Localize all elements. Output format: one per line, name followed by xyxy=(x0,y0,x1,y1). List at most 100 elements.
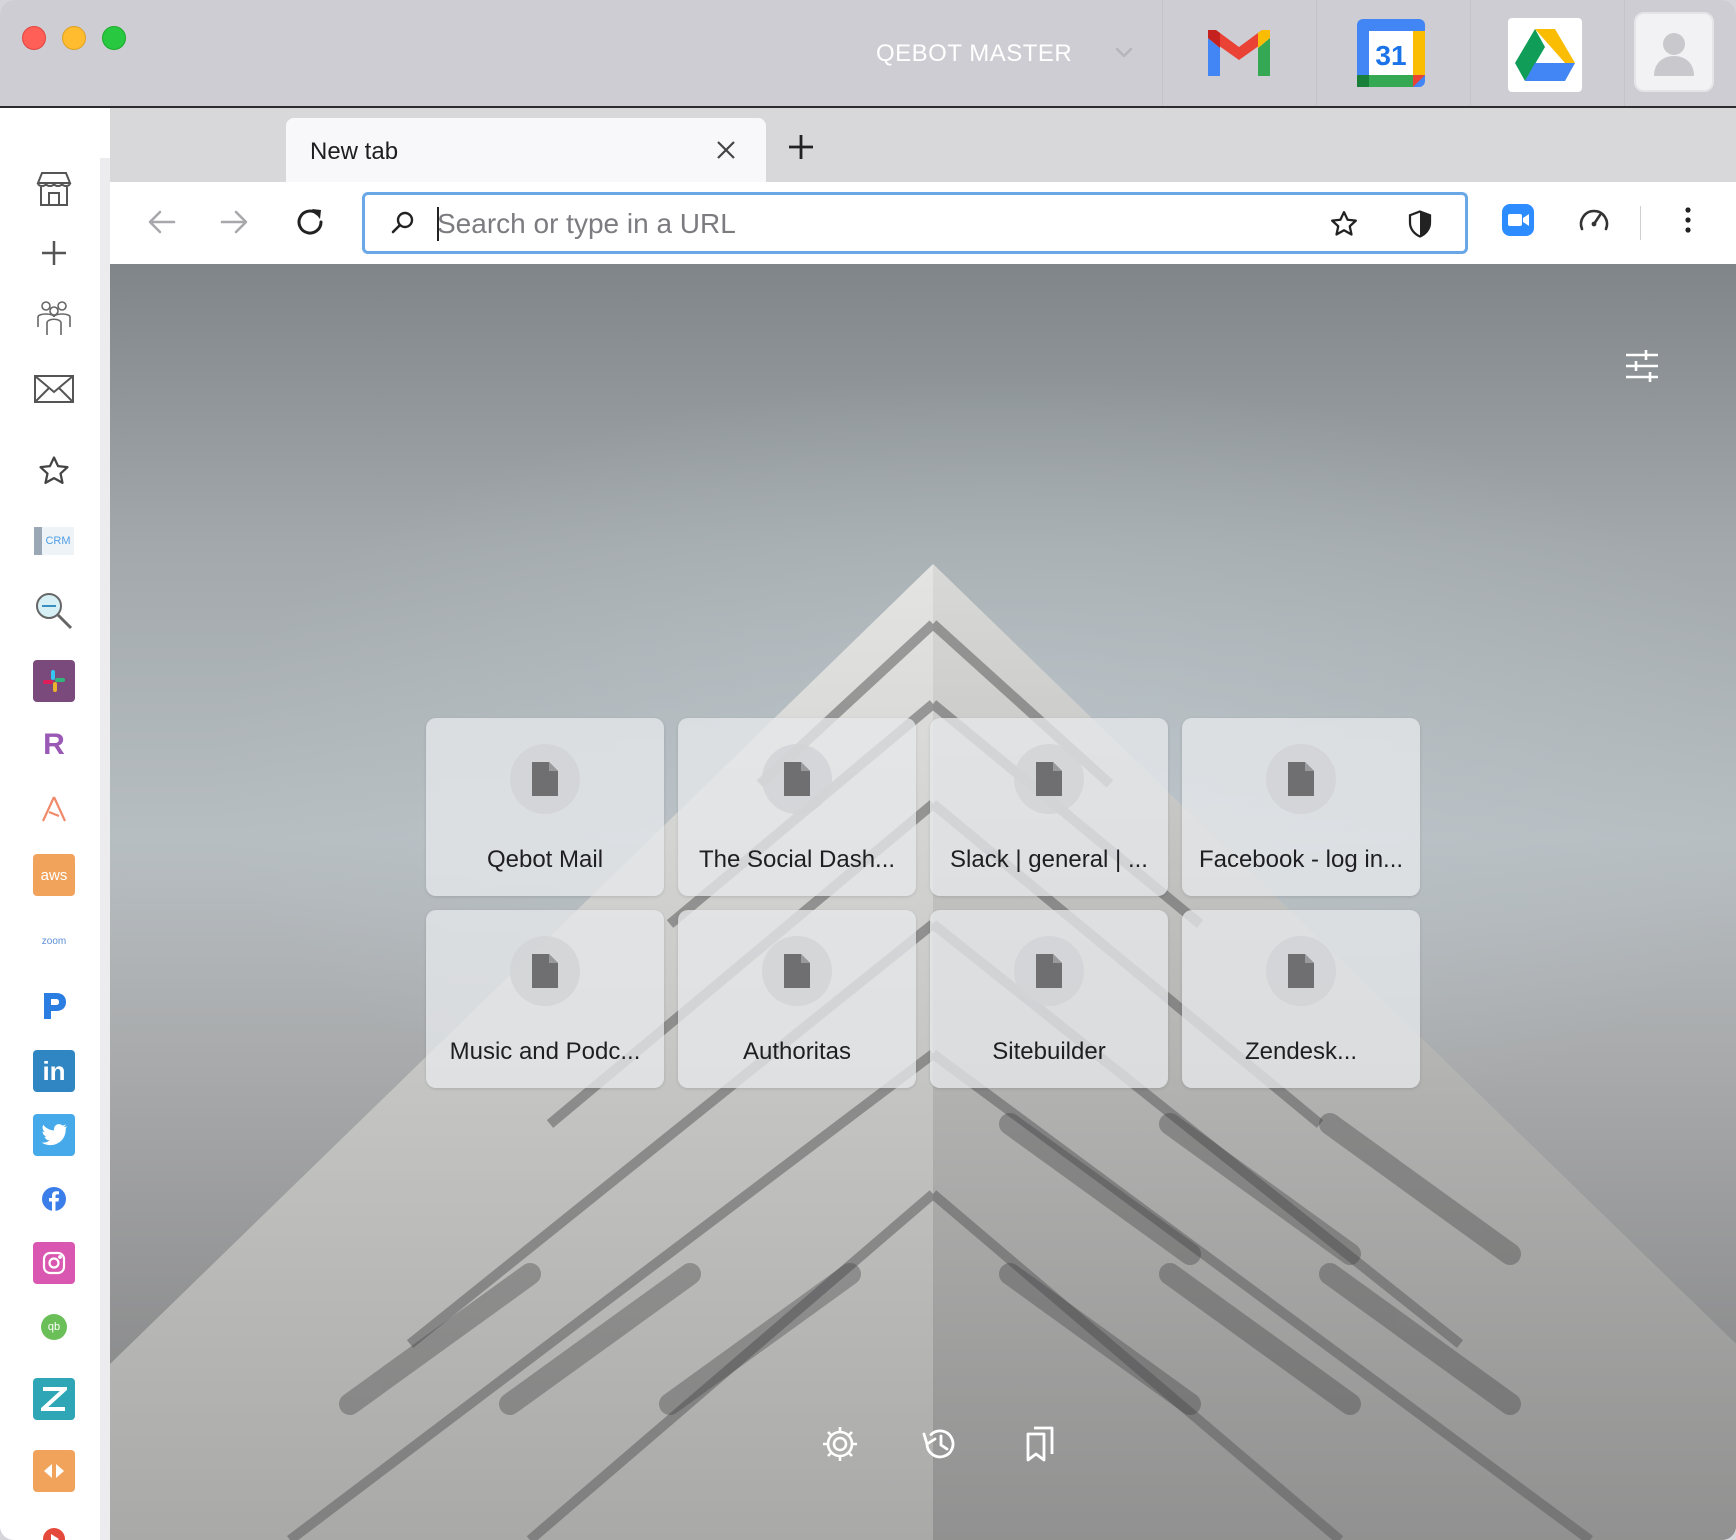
instagram-icon xyxy=(42,1251,66,1275)
sidebar-item-quickbooks[interactable]: qb xyxy=(33,1306,75,1348)
speed-dial-title: Qebot Mail xyxy=(486,846,604,873)
zendesk-icon xyxy=(41,1387,67,1411)
title-bar: QEBOT MASTER 31 xyxy=(0,0,1736,108)
google-calendar-app-button[interactable]: 31 xyxy=(1352,14,1430,92)
speed-dial-tile[interactable]: Zendesk... xyxy=(1182,910,1420,1088)
sidebar-item-twitter[interactable] xyxy=(33,1114,75,1156)
sidebar-item-add[interactable] xyxy=(33,232,75,274)
workspace-name[interactable]: QEBOT MASTER xyxy=(876,40,1072,68)
divider xyxy=(1624,0,1625,106)
new-tab-button[interactable] xyxy=(786,132,816,162)
search-tool-icon xyxy=(36,593,73,630)
speed-dial-tile[interactable]: Music and Podc... xyxy=(426,910,664,1088)
speed-dial-tile[interactable]: Authoritas xyxy=(678,910,916,1088)
speed-dial-tile[interactable]: Sitebuilder xyxy=(930,910,1168,1088)
star-icon xyxy=(39,456,69,485)
more-menu-button[interactable] xyxy=(1670,202,1706,238)
sidebar-item-zendesk[interactable] xyxy=(33,1378,75,1420)
bookmark-star-icon[interactable] xyxy=(1329,209,1359,239)
history-icon[interactable] xyxy=(920,1424,960,1464)
maximize-window-button[interactable] xyxy=(102,26,126,50)
settings-gear-icon[interactable] xyxy=(820,1424,860,1464)
sidebar-item-crm[interactable]: CRM xyxy=(33,520,75,562)
speed-dial-title: Zendesk... xyxy=(1244,1038,1358,1065)
chevron-down-icon[interactable] xyxy=(1112,40,1136,64)
sidebar-item-facebook[interactable] xyxy=(33,1178,75,1220)
sidebar-item-r-app[interactable]: R xyxy=(33,724,75,766)
sidebar-item-team[interactable] xyxy=(33,296,75,338)
zoom-icon: zoom xyxy=(41,935,67,947)
speed-dial-title: Sitebuilder xyxy=(992,1038,1106,1065)
close-icon[interactable] xyxy=(714,138,738,162)
gmail-icon xyxy=(1208,30,1270,76)
speed-dial-title: The Social Dash... xyxy=(698,846,896,873)
store-icon xyxy=(36,172,72,206)
p-app-icon xyxy=(44,993,66,1019)
tab-title: New tab xyxy=(310,138,399,165)
speed-dial-title: Authoritas xyxy=(742,1038,852,1065)
reload-button[interactable] xyxy=(292,204,328,240)
twitter-icon xyxy=(41,1124,67,1146)
speed-dial-title: Slack | general | ... xyxy=(950,846,1148,873)
url-input[interactable] xyxy=(437,207,1317,241)
speedometer-button[interactable] xyxy=(1576,202,1612,238)
crm-icon: CRM xyxy=(34,527,74,555)
sidebar-item-aws[interactable]: aws xyxy=(33,854,75,896)
document-icon xyxy=(762,936,832,1006)
team-icon xyxy=(37,301,71,335)
speedometer-icon xyxy=(1579,209,1609,231)
sidebar-item-favorites[interactable] xyxy=(33,450,75,492)
speed-dial-tile[interactable]: Qebot Mail xyxy=(426,718,664,896)
sidebar-item-triangle-app[interactable] xyxy=(33,788,75,830)
user-avatar-button[interactable] xyxy=(1634,12,1714,92)
google-calendar-icon: 31 xyxy=(1357,19,1425,87)
r-app-icon: R xyxy=(43,728,65,761)
speed-dial-title: Music and Podc... xyxy=(449,1038,641,1065)
gmail-app-button[interactable] xyxy=(1200,14,1278,92)
zoom-extension-button[interactable] xyxy=(1500,202,1536,238)
sidebar-item-store[interactable] xyxy=(33,168,75,210)
divider xyxy=(1316,0,1317,106)
tab-new-tab[interactable]: New tab xyxy=(286,118,766,182)
sidebar-item-search-tool[interactable] xyxy=(33,590,75,632)
speed-dial-tile[interactable]: The Social Dash... xyxy=(678,718,916,896)
sidebar-item-p-app[interactable] xyxy=(33,984,75,1026)
video-camera-icon xyxy=(1502,204,1534,236)
shield-icon[interactable] xyxy=(1405,209,1435,239)
speed-dial-grid: Qebot Mail The Social Dash... Slack | ge… xyxy=(426,718,1422,1090)
divider xyxy=(1470,0,1471,106)
sidebar-item-instagram[interactable] xyxy=(33,1242,75,1284)
triangle-app-icon xyxy=(42,796,66,822)
sidebar-item-slack[interactable] xyxy=(33,660,75,702)
search-icon xyxy=(391,211,414,234)
facebook-icon xyxy=(42,1187,66,1211)
document-icon xyxy=(762,744,832,814)
sidebar-item-zoom[interactable]: zoom xyxy=(33,920,75,962)
text-caret xyxy=(437,207,439,241)
linkedin-icon: in xyxy=(42,1055,66,1086)
address-bar[interactable] xyxy=(362,192,1468,254)
speed-dial-tile[interactable]: Facebook - log in... xyxy=(1182,718,1420,896)
sidebar-item-linkedin[interactable]: in xyxy=(33,1050,75,1092)
sidebar-scrollbar[interactable] xyxy=(100,158,110,1540)
customize-settings-icon[interactable] xyxy=(1622,346,1662,386)
quickbooks-icon: qb xyxy=(41,1314,67,1340)
google-drive-app-button[interactable] xyxy=(1508,18,1582,92)
sidebar-item-app[interactable] xyxy=(33,1450,75,1492)
document-icon xyxy=(1266,744,1336,814)
navigation-toolbar xyxy=(110,182,1736,264)
sidebar-item-mail[interactable] xyxy=(33,368,75,410)
document-icon xyxy=(510,936,580,1006)
close-window-button[interactable] xyxy=(22,26,46,50)
bookmarks-icon[interactable] xyxy=(1020,1424,1060,1464)
youtube-icon xyxy=(43,1528,65,1540)
slack-icon xyxy=(43,670,65,692)
divider xyxy=(1640,206,1641,240)
speed-dial-tile[interactable]: Slack | general | ... xyxy=(930,718,1168,896)
divider xyxy=(1162,0,1163,106)
back-button[interactable] xyxy=(144,204,180,240)
avatar-icon xyxy=(1654,33,1694,76)
forward-button[interactable] xyxy=(216,204,252,240)
sidebar-item-youtube[interactable] xyxy=(33,1518,75,1540)
minimize-window-button[interactable] xyxy=(62,26,86,50)
